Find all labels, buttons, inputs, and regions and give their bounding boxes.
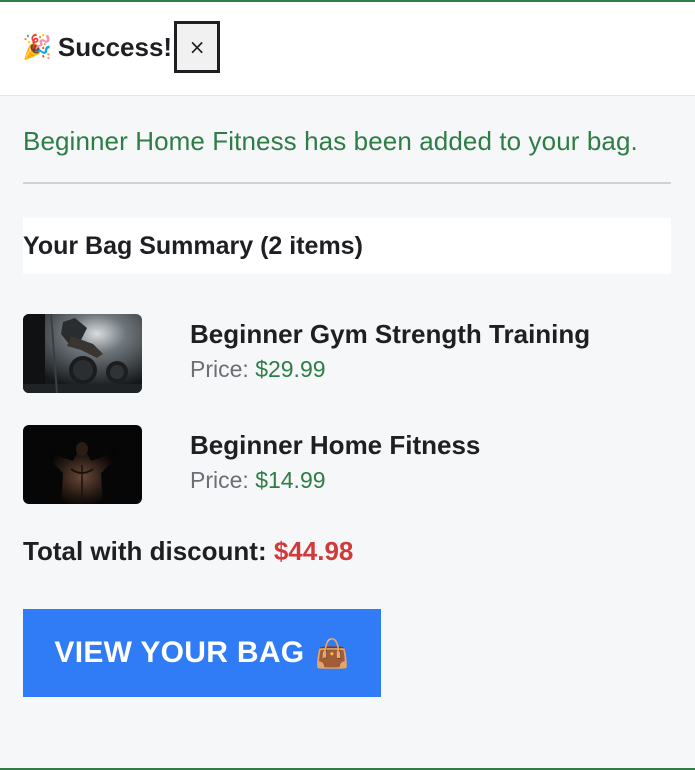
total-label: Total with discount: [23,536,267,566]
bag-item-list: Beginner Gym Strength Training Price: $2… [23,314,671,505]
party-popper-icon: 🎉 [22,33,52,61]
total-with-discount: Total with discount: $44.98 [23,536,671,567]
item-price-label: Price: [190,356,249,382]
total-amount: $44.98 [273,536,354,566]
close-button[interactable]: × [174,20,221,73]
item-name[interactable]: Beginner Gym Strength Training [190,318,590,350]
home-fitness-image [23,425,142,504]
success-message: Beginner Home Fitness has been added to … [23,126,638,156]
success-modal: 🎉 Success! × Beginner Home Fitness has b… [0,0,695,770]
item-price: Price: $29.99 [190,356,590,383]
list-item: Beginner Home Fitness Price: $14.99 [23,425,671,505]
modal-title: 🎉 Success! [22,32,172,63]
gym-strength-training-image [23,314,142,393]
item-price-amount: $14.99 [255,467,326,493]
handbag-icon: 👜 [314,637,350,669]
item-price-label: Price: [190,467,249,493]
divider [23,182,671,184]
item-name[interactable]: Beginner Home Fitness [190,429,480,461]
item-price: Price: $14.99 [190,467,480,494]
item-price-amount: $29.99 [255,356,326,382]
item-info: Beginner Home Fitness Price: $14.99 [190,429,480,494]
modal-body: Beginner Home Fitness has been added to … [0,126,695,697]
modal-title-text: Success! [57,32,173,62]
item-info: Beginner Gym Strength Training Price: $2… [190,318,590,383]
bag-summary-heading: Your Bag Summary (2 items) [23,218,671,274]
list-item: Beginner Gym Strength Training Price: $2… [23,314,671,394]
modal-header: 🎉 Success! × [0,2,695,96]
view-bag-label: VIEW YOUR BAG [54,636,305,669]
view-your-bag-button[interactable]: VIEW YOUR BAG 👜 [23,609,381,697]
